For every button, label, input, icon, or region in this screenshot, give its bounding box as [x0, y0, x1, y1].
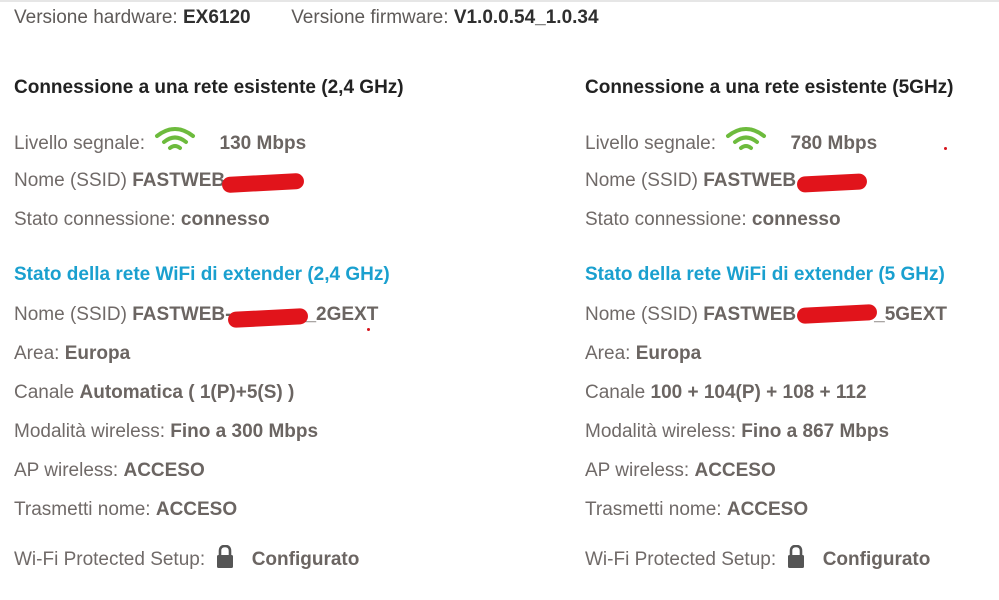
- lock-icon: [217, 544, 234, 568]
- area-label: Area:: [14, 343, 60, 364]
- channel-label: Canale: [585, 382, 646, 403]
- area-value: Europa: [635, 343, 702, 364]
- wps-label: Wi-Fi Protected Setup:: [14, 549, 206, 570]
- channel-value: 100 + 104(P) + 108 + 112: [650, 382, 867, 403]
- mode-row-24: Modalità wireless: Fino a 300 Mbps: [14, 419, 318, 445]
- signal-value: 130 Mbps: [219, 133, 307, 155]
- ssid-row-24: Nome (SSID) FASTWEB-: [14, 168, 231, 194]
- existing-network-heading-5: Connessione a una rete esistente (5GHz): [585, 77, 954, 98]
- version-info: Versione hardware: EX6120 Versione firmw…: [14, 7, 599, 29]
- ssid-label: Nome (SSID): [585, 170, 698, 191]
- firmware-version-label: Versione firmware:: [291, 7, 449, 28]
- channel-value: Automatica ( 1(P)+5(S) ): [79, 382, 295, 403]
- hardware-version-value: EX6120: [183, 7, 251, 28]
- broadcast-value: ACCESO: [726, 499, 809, 520]
- ssid-label: Nome (SSID): [14, 170, 127, 191]
- ap-row-5: AP wireless: ACCESO: [585, 458, 776, 484]
- extender-heading-24: Stato della rete WiFi di extender (2,4 G…: [14, 264, 390, 285]
- area-value: Europa: [64, 343, 131, 364]
- broadcast-row-5: Trasmetti nome: ACCESO: [585, 497, 808, 523]
- channel-row-24: Canale Automatica ( 1(P)+5(S) ): [14, 380, 294, 406]
- area-row-24: Area: Europa: [14, 341, 130, 367]
- wps-row-24: Wi-Fi Protected Setup: Configurato: [14, 544, 360, 573]
- red-dot: [944, 147, 947, 150]
- wifi-signal-icon: [155, 127, 196, 150]
- channel-label: Canale: [14, 382, 75, 403]
- status-row-24: Stato connessione: connesso: [14, 207, 270, 233]
- area-label: Area:: [585, 343, 631, 364]
- wps-label: Wi-Fi Protected Setup:: [585, 549, 777, 570]
- signal-row-5: Livello segnale: 780 Mbps: [585, 127, 878, 155]
- firmware-version-value: V1.0.0.54_1.0.34: [453, 7, 599, 28]
- status-value: connesso: [180, 209, 270, 230]
- wps-value: Configurato: [251, 549, 360, 570]
- ext-ssid-suffix: _5GEXT: [874, 304, 948, 325]
- ap-label: AP wireless:: [14, 460, 119, 481]
- broadcast-label: Trasmetti nome:: [585, 499, 722, 520]
- status-row-5: Stato connessione: connesso: [585, 207, 841, 233]
- ap-value: ACCESO: [694, 460, 776, 481]
- signal-label: Livello segnale:: [585, 133, 716, 155]
- top-divider: [0, 0, 999, 2]
- ext-ssid-value: FASTWEB-: [132, 304, 232, 325]
- wireless-mode-value: Fino a 867 Mbps: [741, 421, 890, 442]
- mode-row-5: Modalità wireless: Fino a 867 Mbps: [585, 419, 889, 445]
- redaction-mark: [796, 173, 868, 193]
- broadcast-row-24: Trasmetti nome: ACCESO: [14, 497, 237, 523]
- ext-ssid-row-5: Nome (SSID) FASTWEB _5GEXT: [585, 302, 947, 328]
- redaction-mark: [221, 172, 305, 194]
- wireless-mode-label: Modalità wireless:: [585, 421, 736, 442]
- ssid-value: FASTWEB: [703, 170, 797, 191]
- ap-row-24: AP wireless: ACCESO: [14, 458, 205, 484]
- signal-label: Livello segnale:: [14, 133, 145, 155]
- signal-value: 780 Mbps: [790, 133, 878, 155]
- wireless-mode-value: Fino a 300 Mbps: [170, 421, 319, 442]
- wireless-mode-label: Modalità wireless:: [14, 421, 165, 442]
- wps-row-5: Wi-Fi Protected Setup: Configurato: [585, 544, 931, 573]
- existing-network-heading-24: Connessione a una rete esistente (2,4 GH…: [14, 77, 404, 98]
- broadcast-value: ACCESO: [155, 499, 238, 520]
- status-label: Stato connessione:: [585, 209, 747, 230]
- channel-row-5: Canale 100 + 104(P) + 108 + 112: [585, 380, 867, 406]
- wps-value: Configurato: [822, 549, 931, 570]
- hardware-version-label: Versione hardware:: [14, 7, 178, 28]
- ext-ssid-label: Nome (SSID): [14, 304, 127, 325]
- status-value: connesso: [751, 209, 841, 230]
- ext-ssid-value: FASTWEB: [703, 304, 797, 325]
- status-label: Stato connessione:: [14, 209, 176, 230]
- ssid-row-5: Nome (SSID) FASTWEB: [585, 168, 796, 194]
- ext-ssid-row-24: Nome (SSID) FASTWEB- _2GEXT: [14, 302, 378, 328]
- area-row-5: Area: Europa: [585, 341, 701, 367]
- red-dot: [367, 328, 370, 331]
- wifi-signal-icon: [726, 127, 767, 150]
- broadcast-label: Trasmetti nome:: [14, 499, 151, 520]
- ssid-value: FASTWEB-: [132, 170, 232, 191]
- ap-value: ACCESO: [123, 460, 205, 481]
- signal-row-24: Livello segnale: 130 Mbps: [14, 127, 307, 155]
- extender-heading-5: Stato della rete WiFi di extender (5 GHz…: [585, 264, 945, 285]
- ap-label: AP wireless:: [585, 460, 690, 481]
- ext-ssid-label: Nome (SSID): [585, 304, 698, 325]
- ext-ssid-suffix: _2GEXT: [305, 304, 379, 325]
- lock-icon: [788, 544, 805, 568]
